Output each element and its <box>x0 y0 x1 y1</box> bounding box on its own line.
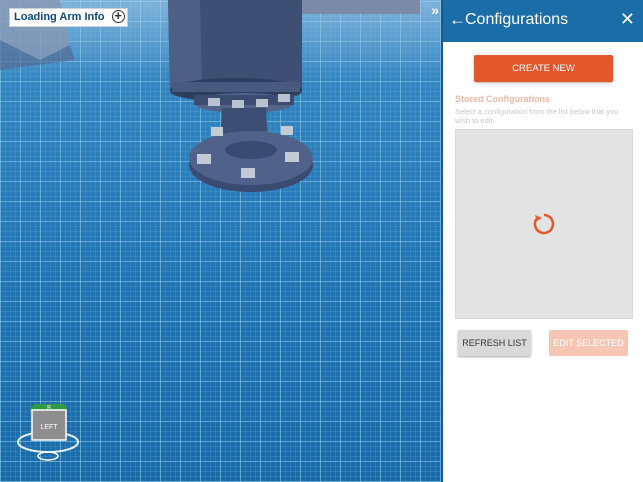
add-circle-icon[interactable]: + <box>111 9 125 23</box>
loading-arm-info-chip[interactable]: Loading Arm Info + <box>9 8 128 27</box>
configurations-list[interactable] <box>455 129 633 319</box>
view-cube[interactable]: LEFT R <box>14 400 84 464</box>
create-new-configuration-button[interactable]: CREATE NEW CONFIGURATION <box>474 55 613 101</box>
3d-viewport[interactable]: Loading Arm Info + » LEFT R <box>0 0 441 482</box>
stored-configurations-help: Select a configuration from the list bel… <box>455 107 619 125</box>
edit-selected-button[interactable]: EDIT SELECTED <box>549 330 628 356</box>
panel-title: Configurations <box>465 11 569 28</box>
panel-header: ← Configurations ✕ <box>443 0 643 42</box>
loading-arm-info-label: Loading Arm Info <box>14 11 105 23</box>
loading-spinner-icon <box>533 213 555 235</box>
back-arrow-icon[interactable]: ← <box>449 10 466 30</box>
collapse-panel-button[interactable]: » <box>431 2 439 18</box>
refresh-list-button[interactable]: REFRESH LIST <box>458 330 531 356</box>
view-cube-top-label: R <box>47 405 51 411</box>
stored-configurations-heading: Stored Configurations <box>455 94 550 104</box>
configurations-panel: ← Configurations ✕ CREATE NEW CONFIGURAT… <box>441 0 643 482</box>
view-cube-face-label: LEFT <box>40 424 58 431</box>
close-icon[interactable]: ✕ <box>620 9 635 30</box>
